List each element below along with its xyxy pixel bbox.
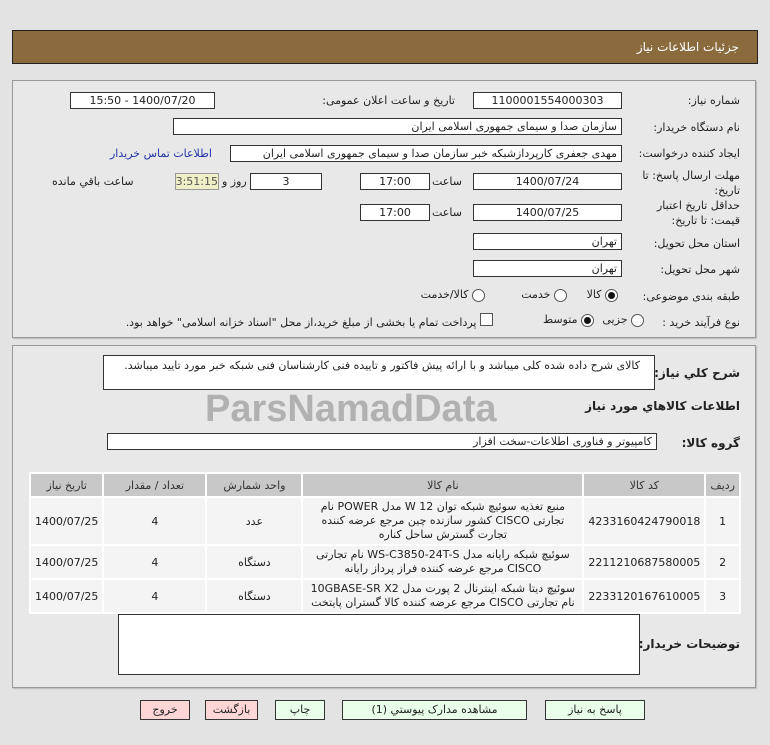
process-radio-medium[interactable]: متوسط xyxy=(543,313,594,327)
treasury-payment-checkbox[interactable]: پرداخت تمام یا بخشی از مبلغ خرید،از محل … xyxy=(126,313,493,329)
category-radio-service[interactable]: خدمت xyxy=(521,288,567,302)
category-radio-goods[interactable]: کالا xyxy=(587,288,618,302)
buyer-notes-field[interactable] xyxy=(118,614,640,675)
exit-button[interactable]: خروج xyxy=(140,700,190,720)
deadline-date-field: 1400/07/24 xyxy=(473,173,622,190)
announce-field: 1400/07/20 - 15:50 xyxy=(70,92,215,109)
validity-date-field: 1400/07/25 xyxy=(473,204,622,221)
reply-button[interactable]: پاسخ به نیاز xyxy=(545,700,645,720)
cell-goods-name: سوئیچ دیتا شبکه اینترنال 2 پورت مدل 10GB… xyxy=(301,578,585,614)
days-field: 3 xyxy=(250,173,322,190)
goods-table: ردیف کد کالا نام کالا واحد شمارش تعداد /… xyxy=(28,472,741,614)
need-number-label: شماره نیاز: xyxy=(687,94,740,107)
description-label: شرح کلي نياز: xyxy=(654,366,740,380)
buyer-org-label: نام دستگاه خریدار: xyxy=(653,121,740,134)
radio-icon xyxy=(605,288,618,302)
cell-goods-name: منبع تغذیه سوئیچ شبکه توان 12 W مدل POWE… xyxy=(301,496,585,546)
col-unit: واحد شمارش xyxy=(205,472,304,498)
city-label: شهر محل تحویل: xyxy=(660,263,740,276)
deadline-label: مهلت ارسال پاسخ: تا تاریخ: xyxy=(642,169,740,197)
cell-goods-name: سوئیچ شبکه رایانه مدل WS-C3850-24T-S نام… xyxy=(301,544,585,580)
checkbox-icon xyxy=(480,313,493,326)
cell-goods-code: 2211210687580005 xyxy=(582,544,707,580)
cell-unit: دستگاه xyxy=(205,578,304,614)
province-label: استان محل تحویل: xyxy=(653,237,740,250)
process-label: نوع فرآیند خرید : xyxy=(662,316,740,329)
province-field: تهران xyxy=(473,233,622,250)
print-button[interactable]: چاپ xyxy=(275,700,325,720)
radio-icon xyxy=(631,313,644,327)
back-button[interactable]: بازگشت xyxy=(205,700,258,720)
category-radio-both[interactable]: کالا/خدمت xyxy=(421,288,485,302)
cell-row-number: 2 xyxy=(704,544,741,580)
days-label: روز و xyxy=(222,175,247,188)
validity-time-field: 17:00 xyxy=(360,204,430,221)
cell-quantity: 4 xyxy=(102,578,208,614)
cell-unit: دستگاه xyxy=(205,544,304,580)
col-qty: تعداد / مقدار xyxy=(102,472,208,498)
cell-need-date: 1400/07/25 xyxy=(28,496,105,546)
cell-unit: عدد xyxy=(205,496,304,546)
remaining-label: ساعت باقي مانده xyxy=(52,175,134,188)
col-name: نام کالا xyxy=(301,472,585,498)
need-number-field: 1100001554000303 xyxy=(473,92,622,109)
creator-field: مهدی جعفری کارپردازشبکه خبر سازمان صدا و… xyxy=(230,145,622,162)
deadline-time-label: ساعت xyxy=(432,175,462,188)
cell-quantity: 4 xyxy=(102,496,208,546)
creator-label: ایجاد کننده درخواست: xyxy=(638,147,740,160)
cell-goods-code: 4233160424790018 xyxy=(582,496,707,546)
radio-icon xyxy=(472,288,485,302)
description-field[interactable]: کالای شرح داده شده کلی میباشد و با ارائه… xyxy=(103,355,655,390)
goods-group-label: گروه کالا: xyxy=(681,436,740,450)
remaining-time: 23:51:15 xyxy=(175,173,219,190)
city-field: تهران xyxy=(473,260,622,277)
cell-need-date: 1400/07/25 xyxy=(28,544,105,580)
cell-need-date: 1400/07/25 xyxy=(28,578,105,614)
table-row: 2 2211210687580005 سوئیچ شبکه رایانه مدل W… xyxy=(28,544,741,580)
page-header: جزئیات اطلاعات نیاز xyxy=(12,30,758,64)
view-attachments-button[interactable]: مشاهده مدارک پیوستي (1) xyxy=(342,700,527,720)
radio-icon xyxy=(581,313,594,327)
validity-time-label: ساعت xyxy=(432,206,462,219)
buyer-org-field: سازمان صدا و سیمای جمهوری اسلامی ایران xyxy=(173,118,622,135)
table-row: 1 4233160424790018 منبع تغذیه سوئیچ شبکه ت… xyxy=(28,496,741,546)
col-date: تاریخ نیاز xyxy=(28,472,105,498)
goods-group-field: کامپیوتر و فناوری اطلاعات-سخت افزار xyxy=(107,433,657,450)
buyer-notes-label: توضیحات خریدار: xyxy=(638,637,740,651)
cell-row-number: 3 xyxy=(704,578,741,614)
goods-section-title: اطلاعات کالاهاي مورد نياز xyxy=(585,399,740,413)
process-radio-minor[interactable]: جزیی xyxy=(602,313,644,327)
cell-quantity: 4 xyxy=(102,544,208,580)
validity-label: حداقل تاریخ اعتبار قیمت: تا تاریخ: xyxy=(656,199,740,227)
table-row: 3 2233120167610005 سوئیچ دیتا شبکه اینترنا… xyxy=(28,578,741,614)
col-code: کد کالا xyxy=(582,472,707,498)
radio-icon xyxy=(554,288,567,302)
contact-buyer-link[interactable]: اطلاعات تماس خریدار xyxy=(110,147,212,160)
announce-label: تاریخ و ساعت اعلان عمومی: xyxy=(322,94,455,107)
deadline-time-field: 17:00 xyxy=(360,173,430,190)
cell-goods-code: 2233120167610005 xyxy=(582,578,707,614)
table-header-row: ردیف کد کالا نام کالا واحد شمارش تعداد /… xyxy=(28,472,741,498)
cell-row-number: 1 xyxy=(704,496,741,546)
col-row: ردیف xyxy=(704,472,741,498)
category-label: طبقه بندی موضوعی: xyxy=(642,290,740,303)
